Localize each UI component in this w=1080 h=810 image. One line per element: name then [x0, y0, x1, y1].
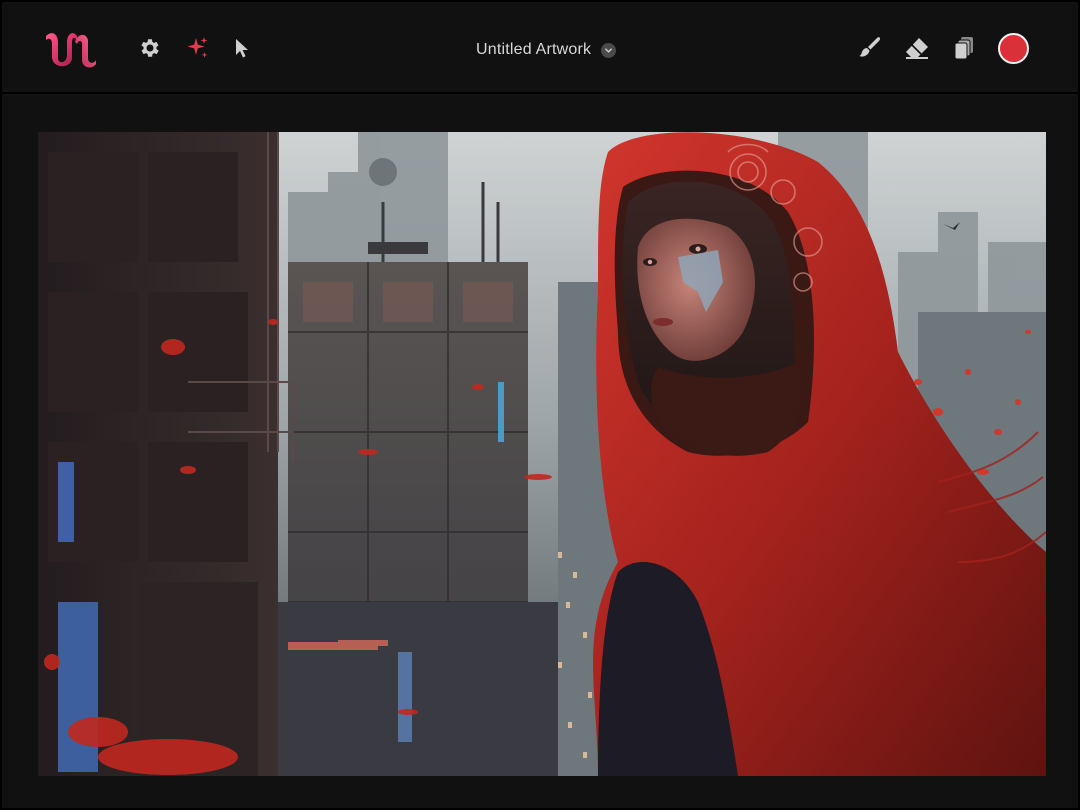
ai-generate-button[interactable] — [182, 33, 212, 63]
brand-logo-icon[interactable] — [42, 28, 100, 70]
color-picker-swatch[interactable] — [998, 33, 1029, 64]
layers-button[interactable] — [949, 33, 979, 63]
brush-icon — [857, 35, 883, 61]
select-tool-button[interactable] — [227, 33, 257, 63]
eraser-icon — [903, 35, 931, 61]
cursor-icon — [231, 37, 253, 59]
app-window: Untitled Artwork — [0, 0, 1080, 810]
artwork-image[interactable] — [38, 132, 1046, 776]
brush-tool-button[interactable] — [855, 33, 885, 63]
gear-icon — [138, 36, 162, 60]
chevron-down-icon — [601, 42, 617, 58]
layers-icon — [952, 35, 976, 61]
settings-button[interactable] — [135, 33, 165, 63]
document-title-dropdown[interactable]: Untitled Artwork — [476, 39, 617, 61]
eraser-tool-button[interactable] — [902, 33, 932, 63]
sparkle-icon — [184, 35, 210, 61]
document-title: Untitled Artwork — [476, 41, 592, 58]
top-toolbar: Untitled Artwork — [2, 2, 1078, 94]
canvas-area — [2, 96, 1078, 808]
